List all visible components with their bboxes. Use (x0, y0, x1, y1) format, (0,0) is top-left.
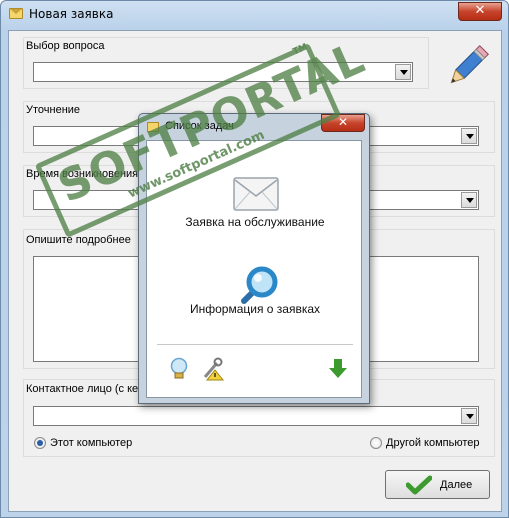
contact-label: Контактное лицо (с ке (26, 383, 139, 395)
radio-this-computer-label[interactable]: Этот компьютер (50, 437, 132, 449)
title-bar[interactable]: Новая заявка ✕ (1, 1, 508, 29)
time-label: Время возникновения (26, 168, 139, 180)
service-request-item[interactable]: Заявка на обслуживание (147, 215, 363, 229)
close-button[interactable]: ✕ (458, 2, 502, 21)
question-select[interactable] (33, 62, 413, 82)
down-arrow-icon[interactable] (327, 357, 349, 379)
tools-warning-icon[interactable] (201, 357, 225, 381)
contact-select[interactable] (33, 406, 479, 426)
envelope-icon (147, 122, 159, 132)
envelope-large-icon[interactable] (233, 177, 279, 211)
chevron-down-icon[interactable] (461, 128, 477, 144)
envelope-icon (9, 8, 23, 19)
radio-other-computer[interactable] (370, 437, 382, 449)
footer-divider (157, 344, 353, 345)
radio-other-computer-label[interactable]: Другой компьютер (386, 437, 480, 449)
question-label: Выбор вопроса (26, 40, 105, 52)
chevron-down-icon[interactable] (395, 64, 411, 80)
task-list-body: Заявка на обслуживание Информация о заяв… (146, 140, 362, 398)
details-label: Опишите подробнее (26, 234, 131, 246)
radio-this-computer[interactable] (34, 437, 46, 449)
next-button[interactable]: Далее (385, 470, 490, 499)
window-title: Новая заявка (29, 7, 114, 21)
task-list-close-button[interactable]: ✕ (321, 114, 365, 132)
checkmark-icon (406, 475, 432, 495)
task-list-title: Список задач (165, 120, 234, 132)
clarification-label: Уточнение (26, 104, 81, 116)
chevron-down-icon[interactable] (461, 408, 477, 424)
chevron-down-icon[interactable] (461, 192, 477, 208)
task-list-dialog: Список задач ✕ Заявка на обслуживание Ин… (138, 113, 370, 404)
requests-info-item[interactable]: Информация о заявках (147, 302, 363, 316)
question-group: Выбор вопроса (23, 37, 429, 89)
next-button-label: Далее (440, 479, 473, 491)
pencil-icon (450, 45, 489, 84)
lightbulb-icon[interactable] (169, 357, 189, 381)
